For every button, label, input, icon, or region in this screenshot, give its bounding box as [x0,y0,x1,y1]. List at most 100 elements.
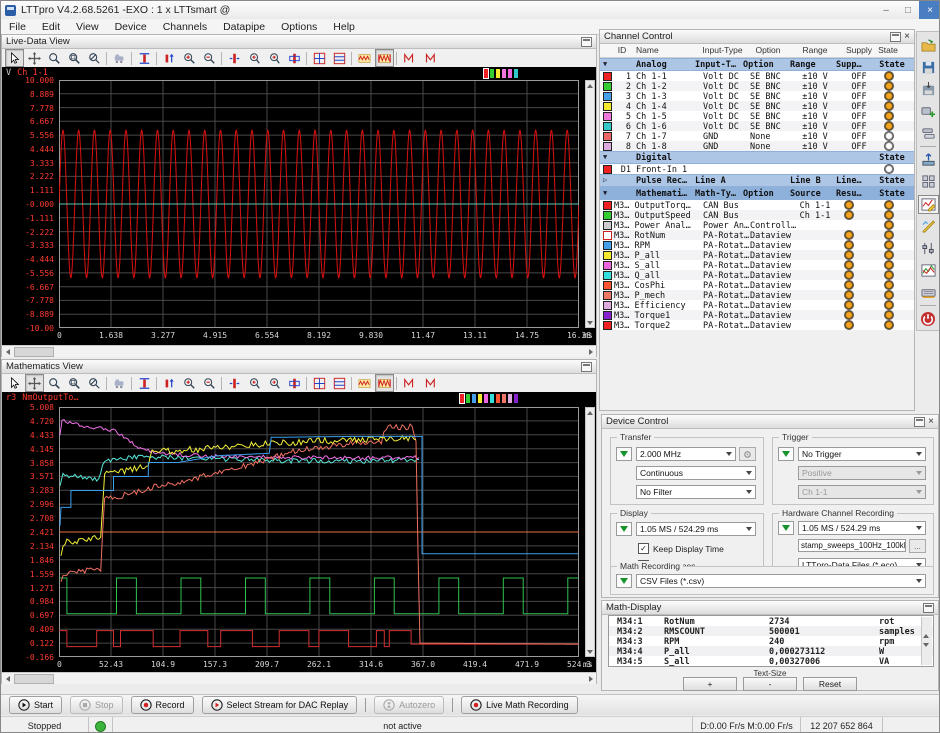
channel-row[interactable]: 1Ch 1-1Volt DCSE BNC±10 VOFF [600,71,914,81]
record-button[interactable]: Record [131,696,194,714]
wave-b-icon[interactable] [375,49,394,67]
zoom-icon[interactable] [45,374,64,392]
math-display-row[interactable]: M34:1RotNum2734rot [609,616,933,626]
channel-color-swatch[interactable] [603,311,612,320]
math-display-row[interactable]: M34:5S_all0,00327006VA [609,656,933,666]
close-icon[interactable]: × [919,1,940,19]
grid-plus-icon[interactable] [310,374,329,392]
channel-control-header[interactable]: Channel Control × [600,30,914,44]
scroll-down-icon[interactable] [586,647,594,656]
result-led[interactable] [845,261,853,269]
channel-row[interactable]: M3… CosPhiPA-Rotat…Dataview [600,280,914,290]
math-recording-enable-button[interactable] [616,574,632,588]
result-led[interactable] [845,271,853,279]
channel-row[interactable]: M3… P_mechPA-Rotat…Dataview [600,290,914,300]
channel-row[interactable]: M3… RotNumPA-Rotat…Dataview [600,230,914,240]
mark-left-icon[interactable] [400,374,419,392]
transfer-enable-button[interactable] [616,447,632,461]
move-icon[interactable] [25,374,44,392]
state-led[interactable] [885,92,893,100]
float-panel-icon[interactable] [914,417,925,427]
state-led[interactable] [885,321,893,329]
zoom-area-icon[interactable] [65,49,84,67]
mixer-icon[interactable] [918,239,939,258]
state-led[interactable] [885,301,893,309]
state-led[interactable] [885,241,893,249]
ybar-up-icon[interactable] [160,49,179,67]
result-led[interactable] [845,311,853,319]
display-time-select[interactable]: 1.05 MS / 524.29 ms [636,522,756,536]
channel-row[interactable]: 7Ch 1-7GNDNone±10 VOFF [600,131,914,141]
ybar-b-icon[interactable] [285,374,304,392]
channel-row[interactable]: M3… EfficiencyPA-Rotat…Dataview [600,300,914,310]
menu-item-help[interactable]: Help [325,21,363,33]
add-device-icon[interactable] [918,102,939,121]
mag-left-icon[interactable] [245,49,264,67]
result-led[interactable] [845,321,853,329]
column-header-option[interactable]: Option [743,45,793,55]
collapse-icon[interactable]: ▼ [603,189,607,197]
scroll-right-icon[interactable] [585,674,596,684]
live-hscrollbar[interactable] [2,345,596,357]
column-header-state[interactable]: State [862,45,914,55]
grid-plus-icon[interactable] [310,49,329,67]
channel-row[interactable]: 6Ch 1-6Volt DCSE BNC±10 VOFF [600,121,914,131]
float-panel-icon[interactable] [581,37,592,47]
recording-time-select[interactable]: 1.05 MS / 524.29 ms [798,521,926,535]
channel-color-swatch[interactable] [603,112,612,121]
zoom-off-icon[interactable] [85,374,104,392]
ybar-up-icon[interactable] [160,374,179,392]
state-led[interactable] [885,231,893,239]
channel-color-swatch[interactable] [603,271,612,280]
scroll-thumb[interactable] [14,347,54,357]
channel-color-swatch[interactable] [603,122,612,131]
mag-right-icon[interactable] [265,49,284,67]
recording-file-input[interactable]: stamp_sweeps_100Hz_100kHz_4MHz.eco [798,539,906,552]
legend-color-bar[interactable] [508,394,512,403]
ybar-r-icon[interactable] [225,49,244,67]
column-header-range[interactable]: Range [790,45,840,55]
channel-row[interactable]: M3… Torque2PA-Rotat…Dataview [600,320,914,330]
mark-left-icon[interactable] [400,49,419,67]
legend-color-bar[interactable] [502,394,506,403]
legend-color-bar[interactable] [508,69,512,78]
menu-item-channels[interactable]: Channels [155,21,215,33]
state-led[interactable] [885,165,893,173]
device-control-header[interactable]: Device Control × [602,415,938,429]
result-led[interactable] [845,231,853,239]
mag-minus-icon[interactable] [200,374,219,392]
plot-vscrollbar[interactable] [585,407,595,657]
channel-color-swatch[interactable] [603,201,612,210]
math-recording-format-select[interactable]: CSV Files (*.csv) [636,574,926,588]
mark-right-icon[interactable] [420,49,439,67]
channel-color-swatch[interactable] [603,241,612,250]
mag-left-icon[interactable] [245,374,264,392]
legend-color-bar[interactable] [484,69,488,78]
state-led[interactable] [885,82,893,90]
chart-pen-icon[interactable] [918,217,939,236]
channel-color-swatch[interactable] [603,82,612,91]
trigger-type-select[interactable]: No Trigger [798,447,926,461]
channel-color-swatch[interactable] [603,132,612,141]
menu-item-datapipe[interactable]: Datapipe [215,21,273,33]
sample-rate-select[interactable]: 2.000 MHz [636,447,736,461]
menu-item-edit[interactable]: Edit [34,21,68,33]
state-led[interactable] [885,311,893,319]
float-panel-icon[interactable] [890,32,901,42]
channel-color-swatch[interactable] [603,92,612,101]
channel-color-swatch[interactable] [603,231,612,240]
state-led[interactable] [885,271,893,279]
result-led[interactable] [845,251,853,259]
legend-color-bar[interactable] [466,394,470,403]
channel-row[interactable]: 3Ch 1-3Volt DCSE BNC±10 VOFF [600,91,914,101]
save-icon[interactable] [918,58,939,77]
channel-row[interactable]: 5Ch 1-5Volt DCSE BNC±10 VOFF [600,111,914,121]
channel-row[interactable]: 8Ch 1-8GNDNone±10 VOFF [600,141,914,151]
start-button[interactable]: Start [9,696,62,714]
channel-color-swatch[interactable] [603,251,612,260]
legend-color-bar[interactable] [514,394,518,403]
channel-row[interactable]: M3… Torque1PA-Rotat…Dataview [600,310,914,320]
text-size-reset-button[interactable]: Reset [803,677,857,691]
column-header-inputtype[interactable]: Input-Type [695,45,750,55]
channel-group-row[interactable]: ▷Pulse Rec…Line ALine BLine…State [600,174,914,187]
